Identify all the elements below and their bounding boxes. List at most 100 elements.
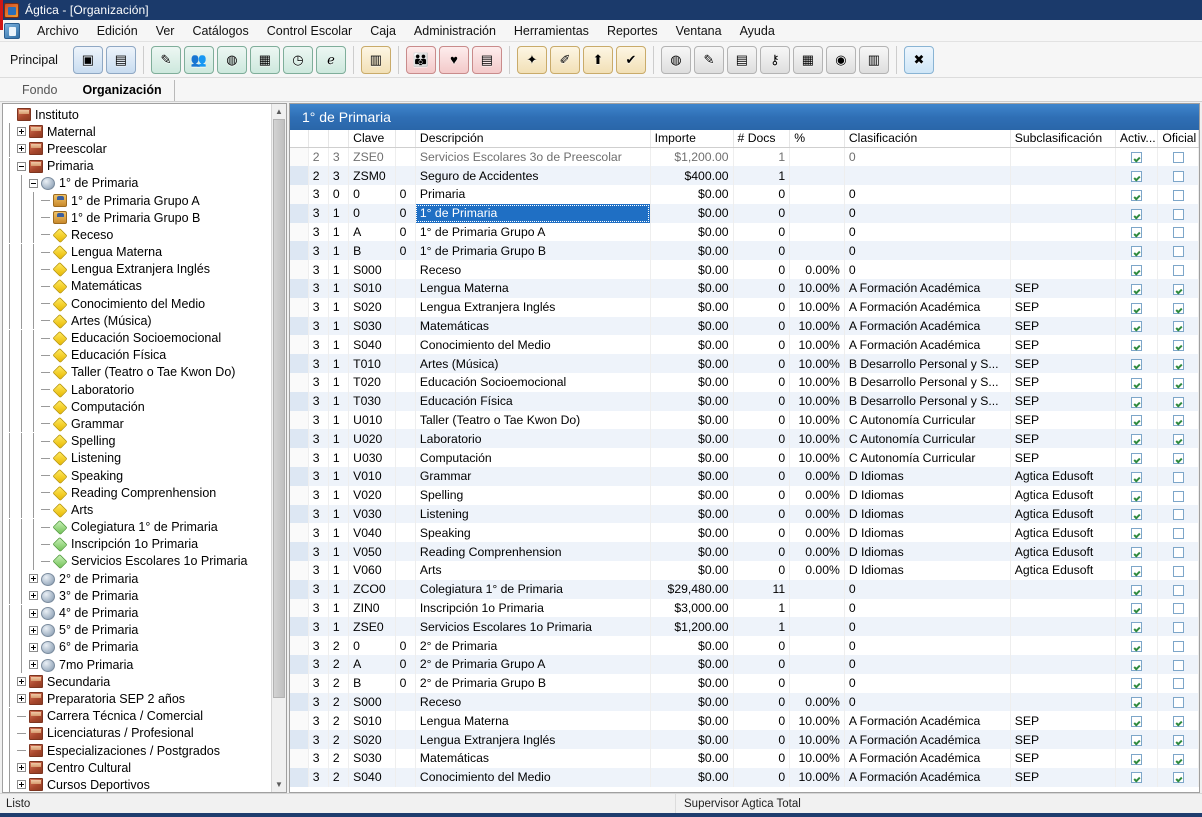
cell-c4[interactable] <box>395 485 416 505</box>
cell-subclas[interactable]: Agtica Edusoft <box>1010 523 1116 543</box>
cell-c1[interactable]: 3 <box>308 579 329 599</box>
print-user-icon[interactable]: ◉ <box>825 45 856 74</box>
table-row[interactable]: 2 3 ZSM0 Seguro de Accidentes $400.00 1 <box>290 166 1199 186</box>
cell-activ[interactable] <box>1115 711 1159 731</box>
clock-icon[interactable]: ◷ <box>282 45 313 74</box>
cell-desc[interactable]: Servicios Escolares 1o Primaria <box>415 617 651 637</box>
tree-node[interactable]: Receso <box>5 226 271 244</box>
tree-node[interactable]: Computación <box>5 398 271 416</box>
cell-c4[interactable]: 0 <box>395 636 416 656</box>
active-checkbox[interactable] <box>1131 340 1143 352</box>
cell-subclas[interactable]: Agtica Edusoft <box>1010 542 1116 562</box>
cell-desc[interactable]: Receso <box>415 260 651 280</box>
cell-oficial[interactable] <box>1157 542 1199 562</box>
official-checkbox[interactable] <box>1172 753 1184 765</box>
cell-desc[interactable]: Matemáticas <box>415 749 651 768</box>
active-checkbox[interactable] <box>1131 603 1143 615</box>
cell-docs[interactable]: 0 <box>733 410 791 430</box>
official-checkbox[interactable] <box>1172 622 1184 634</box>
cell-pct[interactable]: 10.00% <box>789 297 845 317</box>
table-row[interactable]: 3 1 U030 Computación $0.00 0 10.00% C Autonomía… <box>290 448 1199 468</box>
family-icon[interactable]: 👪 <box>405 45 436 74</box>
cell-c4[interactable] <box>395 767 416 787</box>
cell-importe[interactable]: $0.00 <box>650 655 734 674</box>
cell-desc[interactable]: 1° de Primaria Grupo A <box>415 222 651 242</box>
table-row[interactable]: 2 3 ZSE0 Servicios Escolares 3o de Preescol… <box>290 147 1199 167</box>
cell-c2[interactable]: 1 <box>328 485 350 505</box>
row-indicator[interactable] <box>290 373 309 392</box>
cell-subclas[interactable]: SEP <box>1010 448 1116 468</box>
cell-pct[interactable]: 0.00% <box>789 542 845 562</box>
table-row[interactable]: 3 1 U020 Laboratorio $0.00 0 10.00% C Autonomía… <box>290 429 1199 449</box>
official-checkbox[interactable] <box>1172 340 1184 352</box>
cell-c2[interactable]: 1 <box>328 579 350 599</box>
cell-docs[interactable]: 0 <box>733 730 791 749</box>
column-header-importe[interactable]: Importe <box>650 130 734 148</box>
edusoft-logo-icon[interactable]: ℯ <box>315 45 346 74</box>
cell-desc[interactable]: Grammar <box>415 467 651 486</box>
table-row[interactable]: 3 2 A 0 2° de Primaria Grupo A $0.00 0 0 <box>290 655 1199 674</box>
cell-docs[interactable]: 0 <box>733 523 791 543</box>
cell-c4[interactable]: 0 <box>395 203 416 223</box>
table-row[interactable]: 3 1 V040 Speaking $0.00 0 0.00% D Idiomas Agtica… <box>290 523 1199 543</box>
cell-c4[interactable] <box>395 542 416 562</box>
row-indicator[interactable] <box>290 316 309 336</box>
cell-importe[interactable]: $0.00 <box>650 222 734 242</box>
cell-activ[interactable] <box>1115 410 1159 430</box>
cell-subclas[interactable] <box>1010 579 1116 599</box>
cell-pct[interactable]: 10.00% <box>789 391 845 411</box>
cell-c2[interactable]: 1 <box>328 316 350 336</box>
cell-oficial[interactable] <box>1157 485 1199 505</box>
cell-desc[interactable]: Seguro de Accidentes <box>415 166 651 186</box>
cell-desc[interactable]: 2° de Primaria Grupo A <box>415 655 651 674</box>
cell-clas[interactable]: A Formación Académica <box>844 730 1011 749</box>
row-indicator[interactable] <box>290 711 309 731</box>
cell-c4[interactable] <box>395 749 416 768</box>
cell-c2[interactable]: 2 <box>328 673 350 693</box>
column-header-subclas[interactable]: Subclasificación <box>1010 130 1116 148</box>
cell-subclas[interactable]: Agtica Edusoft <box>1010 485 1116 505</box>
tree-node[interactable]: Educación Socioemocional <box>5 329 271 347</box>
cell-c3[interactable]: V040 <box>348 523 396 543</box>
official-checkbox[interactable] <box>1172 208 1184 220</box>
active-checkbox[interactable] <box>1131 678 1143 690</box>
cell-c1[interactable]: 3 <box>308 730 329 749</box>
cell-c1[interactable]: 3 <box>308 429 329 449</box>
cell-c2[interactable]: 1 <box>328 203 350 223</box>
cell-c2[interactable]: 1 <box>328 598 350 618</box>
cell-docs[interactable]: 0 <box>733 391 791 411</box>
active-checkbox[interactable] <box>1131 208 1143 220</box>
cell-c1[interactable]: 3 <box>308 636 329 656</box>
cell-activ[interactable] <box>1115 617 1159 637</box>
cell-c3[interactable]: S030 <box>348 749 396 768</box>
cell-pct[interactable]: 10.00% <box>789 316 845 336</box>
cell-c3[interactable]: A <box>348 222 396 242</box>
cell-oficial[interactable] <box>1157 147 1199 167</box>
cell-c3[interactable]: 0 <box>348 185 396 204</box>
tree-expand-icon[interactable] <box>29 574 38 584</box>
cell-importe[interactable]: $0.00 <box>650 692 734 712</box>
active-checkbox[interactable] <box>1131 490 1143 502</box>
scroll-down-icon[interactable]: ▼ <box>272 777 286 792</box>
tree-node[interactable]: Arts <box>5 501 271 519</box>
cell-clas[interactable]: D Idiomas <box>844 542 1011 562</box>
cell-importe[interactable]: $1,200.00 <box>650 617 734 637</box>
student-world-icon[interactable]: ◍ <box>216 45 247 74</box>
cell-subclas[interactable]: SEP <box>1010 429 1116 449</box>
cell-clas[interactable]: A Formación Académica <box>844 316 1011 336</box>
tree-node[interactable]: Servicios Escolares 1o Primaria <box>5 552 271 570</box>
tree-node[interactable]: Inscripción 1o Primaria <box>5 535 271 553</box>
cell-importe[interactable]: $0.00 <box>650 203 734 223</box>
row-indicator[interactable] <box>290 410 309 430</box>
cell-subclas[interactable] <box>1010 655 1116 674</box>
cell-c3[interactable]: V060 <box>348 561 396 580</box>
students-group-icon[interactable]: 👥 <box>183 45 214 74</box>
tree-node[interactable]: Instituto <box>5 106 271 123</box>
cell-oficial[interactable] <box>1157 316 1199 336</box>
cell-docs[interactable]: 0 <box>733 504 791 524</box>
cell-clas[interactable]: C Autonomía Curricular <box>844 448 1011 468</box>
star-chart-icon[interactable]: ✦ <box>516 45 547 74</box>
scroll-up-icon[interactable]: ▲ <box>272 104 286 119</box>
official-checkbox[interactable] <box>1172 603 1184 615</box>
cell-docs[interactable]: 1 <box>733 166 791 186</box>
